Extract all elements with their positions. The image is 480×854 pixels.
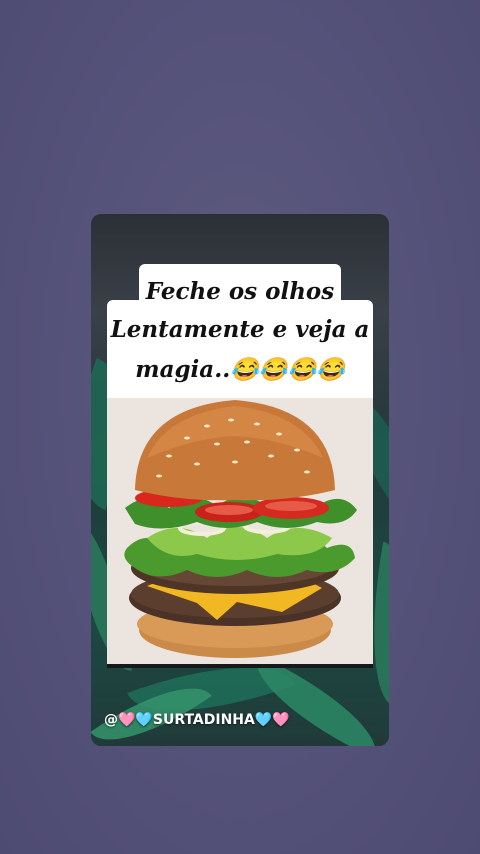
caption-line-2: Lentamente e veja a (110, 316, 370, 343)
burger-illustration (124, 400, 357, 658)
image-bottom-bar (107, 664, 373, 668)
caption-box: Feche os olhos Lentamente e veja a magia… (107, 264, 373, 398)
caption-line-3: magia..😂😂😂😂 (135, 356, 345, 383)
hamburger-image (107, 398, 373, 666)
watermark-text: @🩷🩵SURTADINHA🩵🩷 (104, 712, 290, 728)
caption-body (107, 300, 373, 398)
leaf-decoration (238, 654, 389, 746)
caption-line-1: Feche os olhos (145, 278, 335, 305)
